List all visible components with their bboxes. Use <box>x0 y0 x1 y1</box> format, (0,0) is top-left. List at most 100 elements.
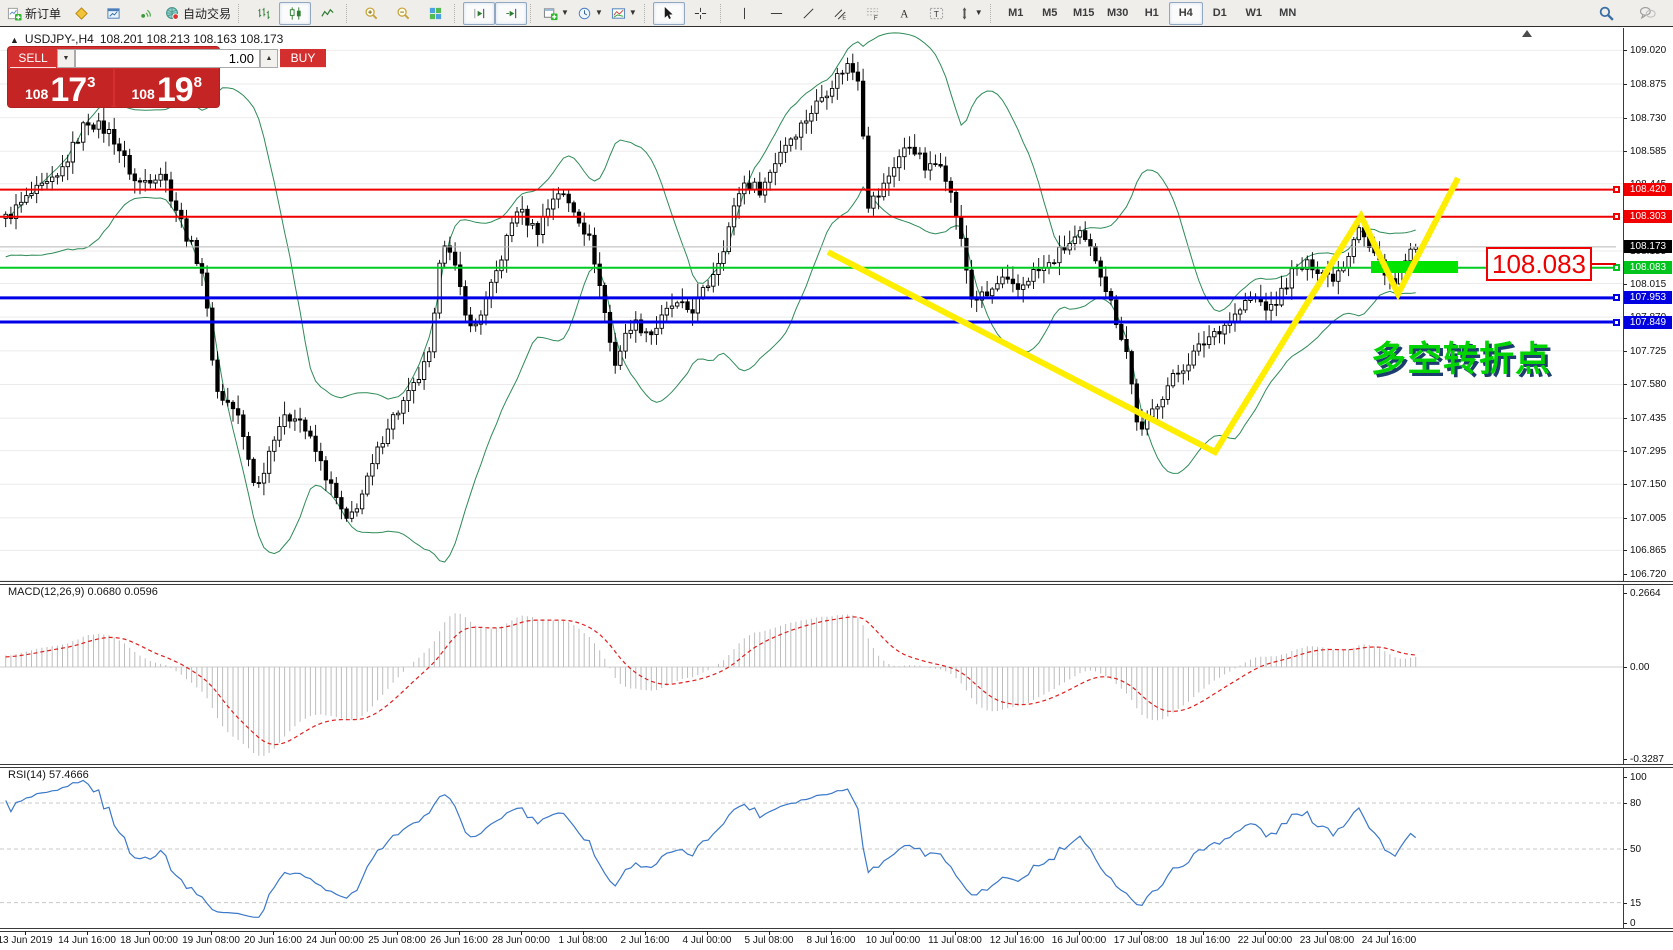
line-chart-button[interactable] <box>311 2 343 25</box>
cursor-icon <box>661 6 676 21</box>
search-button[interactable] <box>1590 2 1622 25</box>
date-tick-mark <box>769 931 770 935</box>
date-label: 14 Jun 16:00 <box>58 935 116 946</box>
button-label: 自动交易 <box>183 5 231 22</box>
grid-lines <box>0 50 1623 902</box>
arrows-icon <box>957 6 972 21</box>
signals-button[interactable] <box>129 2 161 25</box>
price-tick-108.875: 108.875 <box>1630 79 1672 90</box>
date-tick-mark <box>273 931 274 935</box>
timeframe-mn-button[interactable]: MN <box>1271 2 1305 25</box>
date-label: 20 Jun 16:00 <box>244 935 302 946</box>
price-callout-box[interactable]: 108.083 <box>1486 247 1592 281</box>
main-macd-separator[interactable] <box>0 581 1673 585</box>
volume-up-button[interactable]: ▲ <box>260 49 278 68</box>
timeframe-m30-button[interactable]: M30 <box>1101 2 1135 25</box>
price-tick-109.020: 109.020 <box>1630 45 1672 56</box>
level-anchor-marker <box>1613 213 1620 220</box>
date-tick-mark <box>645 931 646 935</box>
price-tick-108.585: 108.585 <box>1630 146 1672 157</box>
buy-price-display[interactable]: 108 19 8 <box>115 69 220 107</box>
chart-shift-button[interactable] <box>463 2 495 25</box>
date-tick-mark <box>707 931 708 935</box>
chat-button[interactable] <box>1631 2 1663 25</box>
date-label: 4 Jul 00:00 <box>683 935 732 946</box>
date-tick-mark <box>211 931 212 935</box>
trade-panel-prices: 108 17 3 108 19 8 <box>8 69 219 107</box>
toolbar-separator <box>720 4 726 23</box>
rsi-label: RSI(14) 57.4666 <box>8 769 89 781</box>
macd-main-value: 0.0680 <box>87 586 121 598</box>
date-tick-mark <box>1389 931 1390 935</box>
crosshair-button[interactable] <box>685 2 717 25</box>
timeframe-m5-button[interactable]: M5 <box>1033 2 1067 25</box>
toolbar-separator <box>238 4 244 23</box>
timeframe-label: W1 <box>1245 7 1262 19</box>
timeframe-h1-button[interactable]: H1 <box>1135 2 1169 25</box>
auto-scroll-button[interactable] <box>495 2 527 25</box>
timeframe-m15-button[interactable]: M15 <box>1067 2 1101 25</box>
autotrade-button[interactable]: 自动交易 <box>161 2 235 25</box>
date-label: 10 Jul 00:00 <box>866 935 921 946</box>
new-window-button[interactable]: ▼ <box>539 2 573 25</box>
new-chart-button[interactable] <box>97 2 129 25</box>
date-tick-mark <box>1327 931 1328 935</box>
sell-button[interactable]: SELL <box>10 49 56 68</box>
horizontal-line-button[interactable] <box>761 2 793 25</box>
text-label-button[interactable]: T <box>921 2 953 25</box>
date-tick-mark <box>1265 931 1266 935</box>
zoom-in-button[interactable] <box>355 2 387 25</box>
candles-button[interactable] <box>279 2 311 25</box>
svg-text:A: A <box>901 8 910 20</box>
tile-windows-button[interactable] <box>419 2 451 25</box>
candles-icon <box>288 6 303 21</box>
date-tick-mark <box>1079 931 1080 935</box>
zoom-out-button[interactable] <box>387 2 419 25</box>
timeframe-m1-button[interactable]: M1 <box>999 2 1033 25</box>
timeframe-d1-button[interactable]: D1 <box>1203 2 1237 25</box>
sell-price-display[interactable]: 108 17 3 <box>8 69 113 107</box>
volume-down-button[interactable]: ▼ <box>57 49 75 68</box>
dropdown-caret-icon: ▼ <box>595 9 603 17</box>
timeframe-h4-button[interactable]: H4 <box>1169 2 1203 25</box>
new-order-button[interactable]: 新订单 <box>3 2 65 25</box>
timeframe-label: M1 <box>1008 7 1023 19</box>
price-level-label-108.083: 108.083 <box>1624 261 1672 274</box>
toolbar-separator <box>530 4 536 23</box>
chart-shift-marker[interactable] <box>1522 30 1532 37</box>
bars-button[interactable] <box>247 2 279 25</box>
buy-button[interactable]: BUY <box>280 49 326 68</box>
new-order-icon <box>7 6 22 21</box>
chart-shift-icon <box>472 6 487 21</box>
fibonacci-button[interactable]: F <box>857 2 889 25</box>
price-tick-107.725: 107.725 <box>1630 346 1672 357</box>
trendline-button[interactable] <box>793 2 825 25</box>
arrows-button[interactable]: ▼ <box>953 2 987 25</box>
price-level-label-108.420: 108.420 <box>1624 183 1672 196</box>
macd-axis-0.00: 0.00 <box>1630 662 1672 673</box>
date-label: 16 Jul 00:00 <box>1052 935 1107 946</box>
date-label: 23 Jul 08:00 <box>1300 935 1355 946</box>
styler-button[interactable] <box>65 2 97 25</box>
date-tick-mark <box>1203 931 1204 935</box>
buy-price-fraction: 8 <box>194 74 202 91</box>
yellow-zigzag-trendline[interactable] <box>828 178 1458 452</box>
date-tick-mark <box>397 931 398 935</box>
indicators-button[interactable]: ▼ <box>607 2 641 25</box>
macd-signal-value: 0.0596 <box>124 586 158 598</box>
timeframe-w1-button[interactable]: W1 <box>1237 2 1271 25</box>
chart-canvas[interactable] <box>0 0 1673 950</box>
rsi-dates-separator[interactable] <box>0 928 1673 932</box>
price-tick-107.435: 107.435 <box>1630 413 1672 424</box>
volume-input[interactable] <box>75 49 260 68</box>
vertical-line-button[interactable] <box>729 2 761 25</box>
macd-rsi-separator[interactable] <box>0 764 1673 768</box>
periods-button[interactable]: ▼ <box>573 2 607 25</box>
macd-pane[interactable] <box>6 613 1416 756</box>
collapse-icon[interactable]: ▲ <box>10 35 19 45</box>
channel-button[interactable]: E <box>825 2 857 25</box>
text-button[interactable]: A <box>889 2 921 25</box>
cursor-button[interactable] <box>653 2 685 25</box>
date-label: 12 Jul 16:00 <box>990 935 1045 946</box>
turning-point-annotation[interactable]: 多空转折点 <box>1371 331 1551 382</box>
